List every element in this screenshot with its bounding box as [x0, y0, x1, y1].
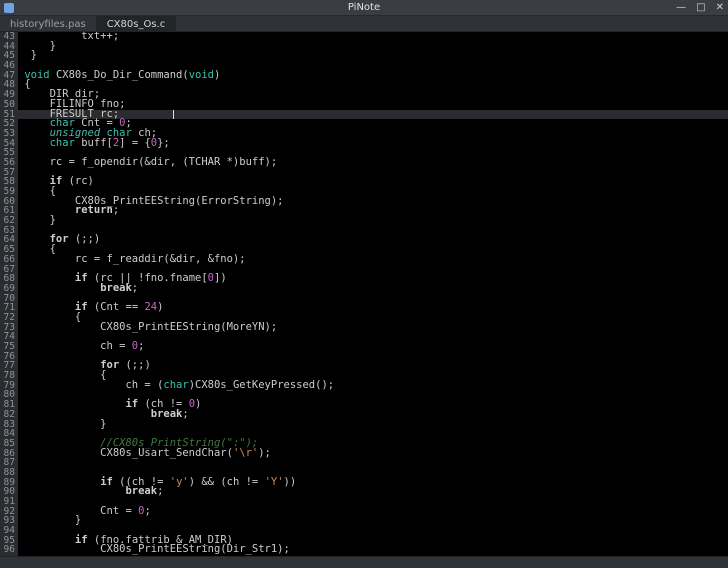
code-line[interactable]: CX80s_Usart_SendChar('\r'); — [18, 449, 728, 459]
code-line[interactable]: FILINFO fno; — [18, 100, 728, 110]
code-area[interactable]: txt++; } } void CX80s_Do_Dir_Command(voi… — [18, 32, 728, 556]
code-line[interactable]: if (Cnt == 24) — [18, 303, 728, 313]
code-line[interactable]: void CX80s_Do_Dir_Command(void) — [18, 71, 728, 81]
code-line[interactable]: break; — [18, 410, 728, 420]
code-line[interactable]: txt++; — [18, 32, 728, 42]
line-number: 96 — [0, 545, 15, 555]
line-number-gutter: 4344454647484950515253545556575859606162… — [0, 32, 18, 556]
tab-historyfiles[interactable]: historyfiles.pas — [0, 16, 97, 31]
tab-cx80s-os[interactable]: CX80s_Os.c — [97, 16, 177, 31]
app-icon — [4, 3, 14, 13]
code-line[interactable]: break; — [18, 284, 728, 294]
code-editor[interactable]: 4344454647484950515253545556575859606162… — [0, 32, 728, 556]
code-line[interactable]: Cnt = 0; — [18, 507, 728, 517]
code-line[interactable] — [18, 168, 728, 178]
tabbar: historyfiles.pas CX80s_Os.c — [0, 16, 728, 32]
code-line[interactable]: char buff[2] = {0}; — [18, 139, 728, 149]
code-line[interactable]: } — [18, 420, 728, 430]
code-line[interactable]: { — [18, 80, 728, 90]
tab-label: CX80s_Os.c — [107, 19, 166, 30]
app-title: PiNote — [348, 2, 380, 13]
statusbar — [0, 556, 728, 568]
code-line[interactable]: CX80s_PrintEEString(MoreYN); — [18, 323, 728, 333]
code-line[interactable] — [18, 458, 728, 468]
code-line[interactable]: } — [18, 516, 728, 526]
minimize-button[interactable]: — — [676, 2, 686, 13]
maximize-button[interactable]: □ — [696, 2, 705, 13]
code-line[interactable]: ch = (char)CX80s_GetKeyPressed(); — [18, 381, 728, 391]
code-line[interactable]: CX80s_PrintEEString(ErrorString); — [18, 197, 728, 207]
code-line[interactable]: } — [18, 42, 728, 52]
code-line[interactable] — [18, 226, 728, 236]
titlebar: PiNote — □ ✕ — [0, 0, 728, 16]
window-controls: — □ ✕ — [676, 2, 724, 13]
code-line[interactable]: for (;;) — [18, 361, 728, 371]
code-line[interactable]: rc = f_opendir(&dir, (TCHAR *)buff); — [18, 158, 728, 168]
code-line[interactable]: CX80s_PrintEEString(Dir_Str1); — [18, 545, 728, 555]
close-button[interactable]: ✕ — [716, 2, 724, 13]
code-line[interactable]: if (rc) — [18, 177, 728, 187]
tab-label: historyfiles.pas — [10, 19, 86, 30]
code-line[interactable]: } — [18, 216, 728, 226]
code-line[interactable]: break; — [18, 487, 728, 497]
code-line[interactable]: ch = 0; — [18, 342, 728, 352]
code-line[interactable]: rc = f_readdir(&dir, &fno); — [18, 255, 728, 265]
code-line[interactable]: for (;;) — [18, 235, 728, 245]
code-line[interactable]: } — [18, 51, 728, 61]
code-line[interactable]: return; — [18, 206, 728, 216]
text-caret — [173, 110, 174, 120]
